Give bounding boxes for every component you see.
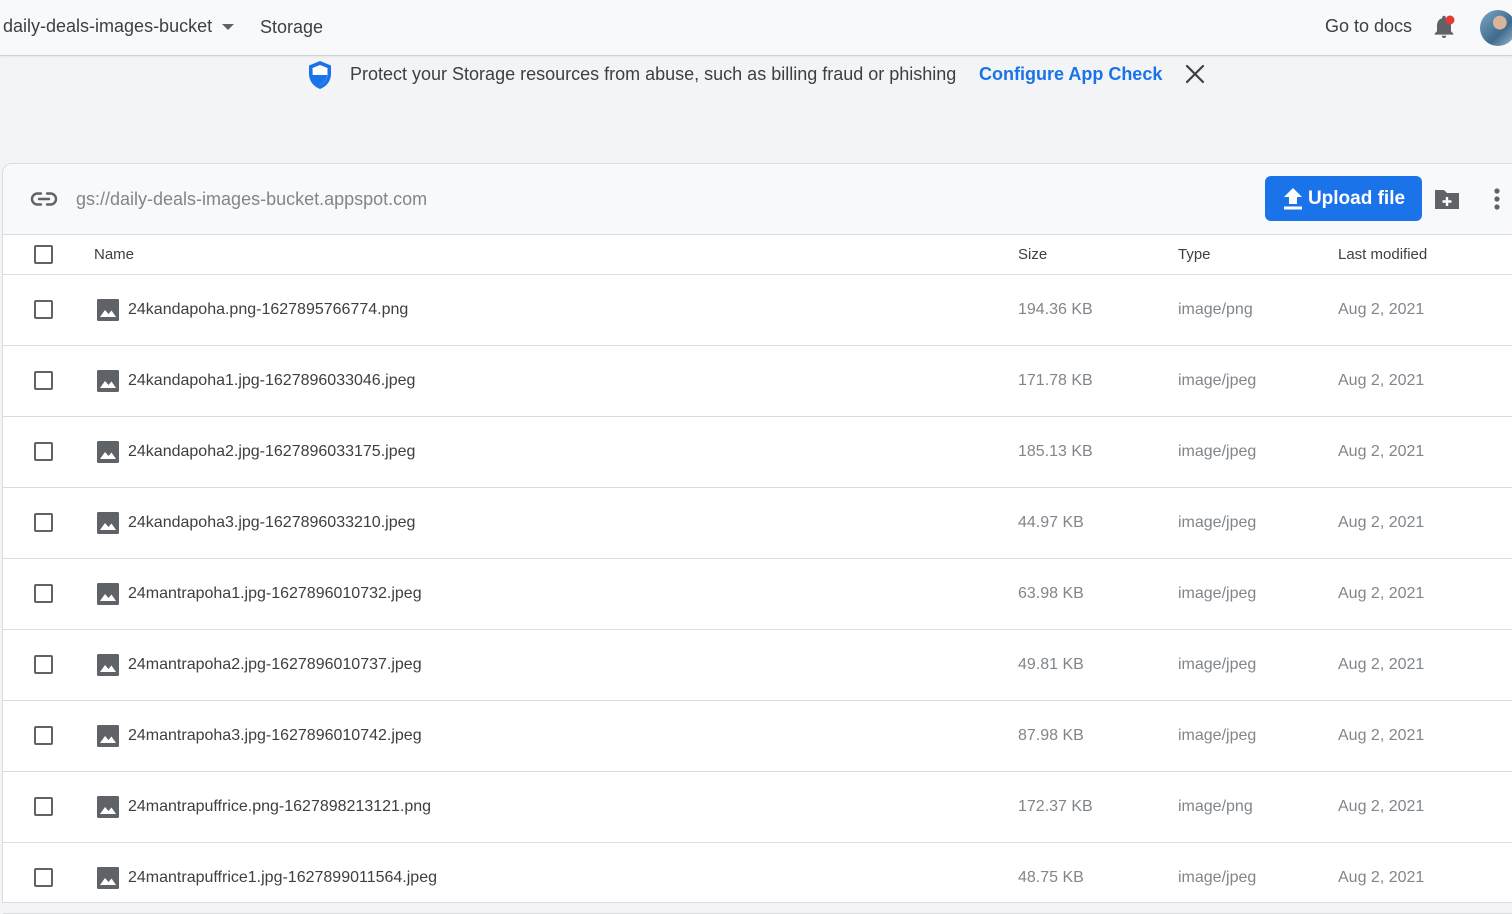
path-bar: gs://daily-deals-images-bucket.appspot.c… — [3, 164, 1512, 235]
file-type: image/png — [1178, 798, 1253, 815]
row-checkbox[interactable] — [34, 442, 53, 461]
file-type: image/png — [1178, 301, 1253, 318]
image-file-icon — [96, 298, 120, 322]
configure-app-check-link[interactable]: Configure App Check — [979, 64, 1162, 85]
image-file-icon — [96, 653, 120, 677]
select-all-checkbox[interactable] — [34, 245, 53, 264]
file-size: 48.75 KB — [1018, 869, 1084, 886]
table-row[interactable]: 24kandapoha3.jpg-1627896033210.jpeg 44.9… — [3, 488, 1512, 559]
file-name[interactable]: 24mantrapoha3.jpg-1627896010742.jpeg — [128, 727, 422, 745]
upload-file-button[interactable]: Upload file — [1265, 176, 1422, 221]
file-size: 185.13 KB — [1018, 443, 1093, 460]
row-checkbox[interactable] — [34, 797, 53, 816]
table-row[interactable]: 24mantrapoha2.jpg-1627896010737.jpeg 49.… — [3, 630, 1512, 701]
image-file-icon — [96, 866, 120, 890]
file-last-modified: Aug 2, 2021 — [1338, 514, 1425, 531]
table-row[interactable]: 24mantrapuffrice1.jpg-1627899011564.jpeg… — [3, 843, 1512, 914]
row-checkbox[interactable] — [34, 371, 53, 390]
storage-file-browser: gs://daily-deals-images-bucket.appspot.c… — [2, 163, 1512, 914]
top-bar: daily-deals-images-bucket Storage Go to … — [0, 0, 1512, 56]
file-last-modified: Aug 2, 2021 — [1338, 585, 1425, 602]
image-file-icon — [96, 440, 120, 464]
table-row[interactable]: 24kandapoha2.jpg-1627896033175.jpeg 185.… — [3, 417, 1512, 488]
file-size: 49.81 KB — [1018, 656, 1084, 673]
file-name[interactable]: 24kandapoha.png-1627895766774.png — [128, 301, 408, 319]
image-file-icon — [96, 511, 120, 535]
file-type: image/jpeg — [1178, 656, 1257, 673]
row-checkbox[interactable] — [34, 655, 53, 674]
file-name[interactable]: 24mantrapoha1.jpg-1627896010732.jpeg — [128, 585, 422, 603]
bucket-selector[interactable]: daily-deals-images-bucket — [3, 16, 235, 37]
file-name[interactable]: 24kandapoha2.jpg-1627896033175.jpeg — [128, 443, 415, 461]
table-row[interactable]: 24mantrapoha3.jpg-1627896010742.jpeg 87.… — [3, 701, 1512, 772]
column-header-name[interactable]: Name — [94, 246, 134, 263]
row-checkbox[interactable] — [34, 300, 53, 319]
file-size: 194.36 KB — [1018, 301, 1093, 318]
table-row[interactable]: 24kandapoha1.jpg-1627896033046.jpeg 171.… — [3, 346, 1512, 417]
bell-icon[interactable] — [1432, 14, 1456, 40]
upload-file-label: Upload file — [1307, 187, 1406, 209]
avatar[interactable] — [1480, 10, 1512, 46]
file-type: image/jpeg — [1178, 514, 1257, 531]
file-size: 171.78 KB — [1018, 372, 1093, 389]
file-name[interactable]: 24kandapoha3.jpg-1627896033210.jpeg — [128, 514, 415, 532]
link-icon[interactable] — [30, 189, 58, 209]
file-type: image/jpeg — [1178, 585, 1257, 602]
file-name[interactable]: 24mantrapoha2.jpg-1627896010737.jpeg — [128, 656, 422, 674]
file-last-modified: Aug 2, 2021 — [1338, 301, 1425, 318]
file-size: 172.37 KB — [1018, 798, 1093, 815]
table-header: Name Size Type Last modified — [3, 235, 1512, 275]
file-type: image/jpeg — [1178, 372, 1257, 389]
row-checkbox[interactable] — [34, 868, 53, 887]
table-row[interactable]: 24mantrapoha1.jpg-1627896010732.jpeg 63.… — [3, 559, 1512, 630]
file-last-modified: Aug 2, 2021 — [1338, 727, 1425, 744]
file-last-modified: Aug 2, 2021 — [1338, 798, 1425, 815]
shield-icon — [307, 60, 333, 90]
file-type: image/jpeg — [1178, 443, 1257, 460]
image-file-icon — [96, 724, 120, 748]
file-last-modified: Aug 2, 2021 — [1338, 869, 1425, 886]
row-checkbox[interactable] — [34, 584, 53, 603]
bucket-name: daily-deals-images-bucket — [3, 16, 213, 36]
file-last-modified: Aug 2, 2021 — [1338, 372, 1425, 389]
file-last-modified: Aug 2, 2021 — [1338, 443, 1425, 460]
image-file-icon — [96, 582, 120, 606]
go-to-docs-link[interactable]: Go to docs — [1325, 16, 1412, 37]
file-name[interactable]: 24mantrapuffrice.png-1627898213121.png — [128, 798, 431, 816]
file-type: image/jpeg — [1178, 727, 1257, 744]
image-file-icon — [96, 795, 120, 819]
app-check-banner: Protect your Storage resources from abus… — [0, 57, 1512, 97]
column-header-size[interactable]: Size — [1018, 246, 1047, 263]
file-size: 87.98 KB — [1018, 727, 1084, 744]
upload-icon — [1283, 187, 1302, 209]
bucket-path[interactable]: gs://daily-deals-images-bucket.appspot.c… — [76, 189, 427, 210]
table-row[interactable]: 24mantrapuffrice.png-1627898213121.png 1… — [3, 772, 1512, 843]
column-header-type[interactable]: Type — [1178, 246, 1211, 263]
close-icon[interactable] — [1183, 62, 1207, 86]
more-vert-icon[interactable] — [1489, 186, 1505, 212]
image-file-icon — [96, 369, 120, 393]
column-header-last-modified[interactable]: Last modified — [1338, 246, 1427, 263]
file-size: 44.97 KB — [1018, 514, 1084, 531]
row-checkbox[interactable] — [34, 513, 53, 532]
file-name[interactable]: 24kandapoha1.jpg-1627896033046.jpeg — [128, 372, 415, 390]
file-name[interactable]: 24mantrapuffrice1.jpg-1627899011564.jpeg — [128, 869, 437, 887]
file-last-modified: Aug 2, 2021 — [1338, 656, 1425, 673]
file-type: image/jpeg — [1178, 869, 1257, 886]
table-row[interactable]: 24kandapoha.png-1627895766774.png 194.36… — [3, 275, 1512, 346]
file-size: 63.98 KB — [1018, 585, 1084, 602]
new-folder-icon[interactable] — [1433, 187, 1461, 211]
breadcrumb-storage: Storage — [260, 17, 324, 37]
dropdown-caret-icon — [222, 23, 235, 30]
row-checkbox[interactable] — [34, 726, 53, 745]
banner-message: Protect your Storage resources from abus… — [350, 64, 957, 84]
